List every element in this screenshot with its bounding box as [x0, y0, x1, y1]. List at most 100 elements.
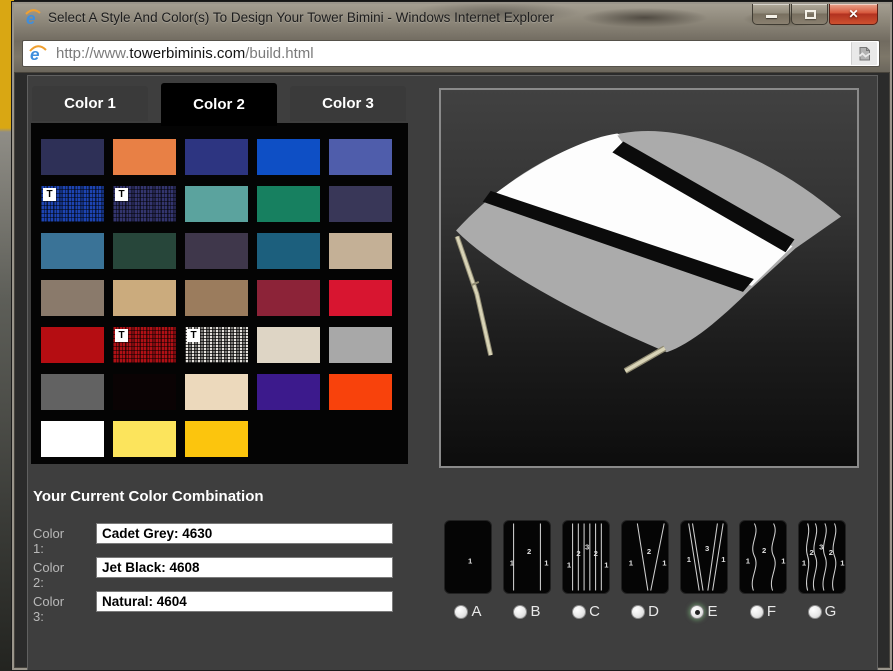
texture-badge: T [115, 329, 128, 342]
tab-color-2[interactable]: Color 2 [161, 83, 277, 126]
combination-heading: Your Current Color Combination [33, 488, 264, 505]
svg-text:1: 1 [544, 559, 549, 568]
color-swatch[interactable] [185, 139, 248, 175]
color-swatch[interactable] [113, 280, 176, 316]
svg-text:2: 2 [594, 549, 598, 558]
color-swatch[interactable] [257, 139, 320, 175]
design-radio-label-B: B [530, 603, 540, 620]
design-thumb-D[interactable]: 121 [621, 520, 669, 594]
ie-favicon: e [28, 44, 48, 64]
design-radio-F[interactable] [750, 605, 764, 619]
svg-text:1: 1 [746, 557, 751, 566]
color-swatch[interactable] [41, 327, 104, 363]
color1-input[interactable] [96, 523, 393, 544]
color-swatch[interactable] [257, 374, 320, 410]
design-thumb-E[interactable]: 131 [680, 520, 728, 594]
color-palette-grid: TTTT [31, 123, 408, 464]
design-thumb-C[interactable]: 12321 [562, 520, 610, 594]
svg-text:2: 2 [810, 548, 814, 557]
svg-text:2: 2 [762, 546, 766, 555]
color-swatch[interactable]: T [113, 327, 176, 363]
texture-badge: T [115, 188, 128, 201]
color-swatch[interactable] [41, 139, 104, 175]
tab-color-1[interactable]: Color 1 [32, 86, 148, 121]
texture-badge: T [187, 329, 200, 342]
color-swatch[interactable] [257, 280, 320, 316]
color-swatch[interactable] [329, 186, 392, 222]
color-swatch[interactable] [41, 421, 104, 457]
svg-text:3: 3 [819, 542, 823, 551]
design-option-D: 121D [621, 520, 669, 620]
compatibility-view-button[interactable] [851, 42, 877, 65]
color-swatch[interactable] [329, 280, 392, 316]
svg-text:1: 1 [510, 559, 515, 568]
color-swatch[interactable] [257, 186, 320, 222]
color-swatch[interactable] [185, 186, 248, 222]
design-option-B: 121 B [503, 520, 551, 620]
color-swatch[interactable] [329, 139, 392, 175]
color-tabs: Color 1 Color 2 Color 3 [32, 86, 406, 126]
color-swatch[interactable] [41, 280, 104, 316]
svg-text:1: 1 [687, 555, 692, 564]
design-radio-C[interactable] [572, 605, 586, 619]
color-swatch[interactable] [329, 374, 392, 410]
maximize-button[interactable] [791, 4, 828, 25]
design-option-A: 1A [444, 520, 492, 620]
svg-text:3: 3 [585, 542, 589, 551]
svg-text:1: 1 [802, 559, 807, 568]
design-thumb-B[interactable]: 121 [503, 520, 551, 594]
design-thumb-A[interactable]: 1 [444, 520, 492, 594]
color-swatch[interactable] [257, 327, 320, 363]
color-swatch[interactable] [113, 374, 176, 410]
design-radio-row-B: B [513, 603, 540, 620]
design-radio-D[interactable] [631, 605, 645, 619]
ie-logo-icon: e [23, 8, 43, 28]
design-thumb-F[interactable]: 1 2 1 [739, 520, 787, 594]
color-swatch[interactable] [113, 139, 176, 175]
color-swatch[interactable] [41, 233, 104, 269]
design-radio-B[interactable] [513, 605, 527, 619]
color-swatch[interactable] [185, 280, 248, 316]
design-radio-label-C: C [589, 603, 600, 620]
design-radio-A[interactable] [454, 605, 468, 619]
color-swatch[interactable] [113, 233, 176, 269]
url-input[interactable]: e http://www.towerbiminis.com/build.html [22, 40, 880, 67]
svg-text:1: 1 [629, 559, 634, 568]
color1-label: Color 1: [33, 526, 64, 556]
color-swatch[interactable]: T [113, 186, 176, 222]
design-option-C: 12321C [562, 520, 610, 620]
bimini-3d-render [441, 90, 857, 466]
minimize-button[interactable] [752, 4, 790, 25]
window-controls: ✕ [752, 4, 878, 25]
svg-text:1: 1 [781, 557, 786, 566]
design-radio-label-F: F [767, 603, 776, 620]
color-swatch[interactable]: T [185, 327, 248, 363]
design-option-G: 12321G [798, 520, 846, 620]
design-thumb-G[interactable]: 12321 [798, 520, 846, 594]
color3-input[interactable] [96, 591, 393, 612]
svg-text:1: 1 [662, 559, 667, 568]
tab-color-3[interactable]: Color 3 [290, 86, 406, 121]
color2-label: Color 2: [33, 560, 64, 590]
color3-label: Color 3: [33, 594, 64, 624]
color-swatch[interactable] [329, 233, 392, 269]
color-swatch[interactable] [329, 327, 392, 363]
color-swatch[interactable] [41, 374, 104, 410]
close-button[interactable]: ✕ [829, 4, 878, 25]
maximize-icon [805, 10, 816, 19]
color-swatch[interactable] [257, 233, 320, 269]
svg-text:1: 1 [567, 561, 572, 570]
design-radio-E[interactable] [690, 605, 704, 619]
color-swatch[interactable] [185, 421, 248, 457]
color-swatch[interactable] [185, 233, 248, 269]
design-radio-row-E: E [690, 603, 717, 620]
color-swatch[interactable]: T [41, 186, 104, 222]
color-swatch[interactable] [185, 374, 248, 410]
svg-text:3: 3 [705, 544, 709, 553]
compatibility-view-icon [857, 46, 872, 62]
web-page: Color 1 Color 2 Color 3 TTTT Your Curren… [27, 75, 878, 670]
color2-input[interactable] [96, 557, 393, 578]
title-bar[interactable]: e Select A Style And Color(s) To Design … [12, 2, 892, 34]
color-swatch[interactable] [113, 421, 176, 457]
design-radio-G[interactable] [808, 605, 822, 619]
